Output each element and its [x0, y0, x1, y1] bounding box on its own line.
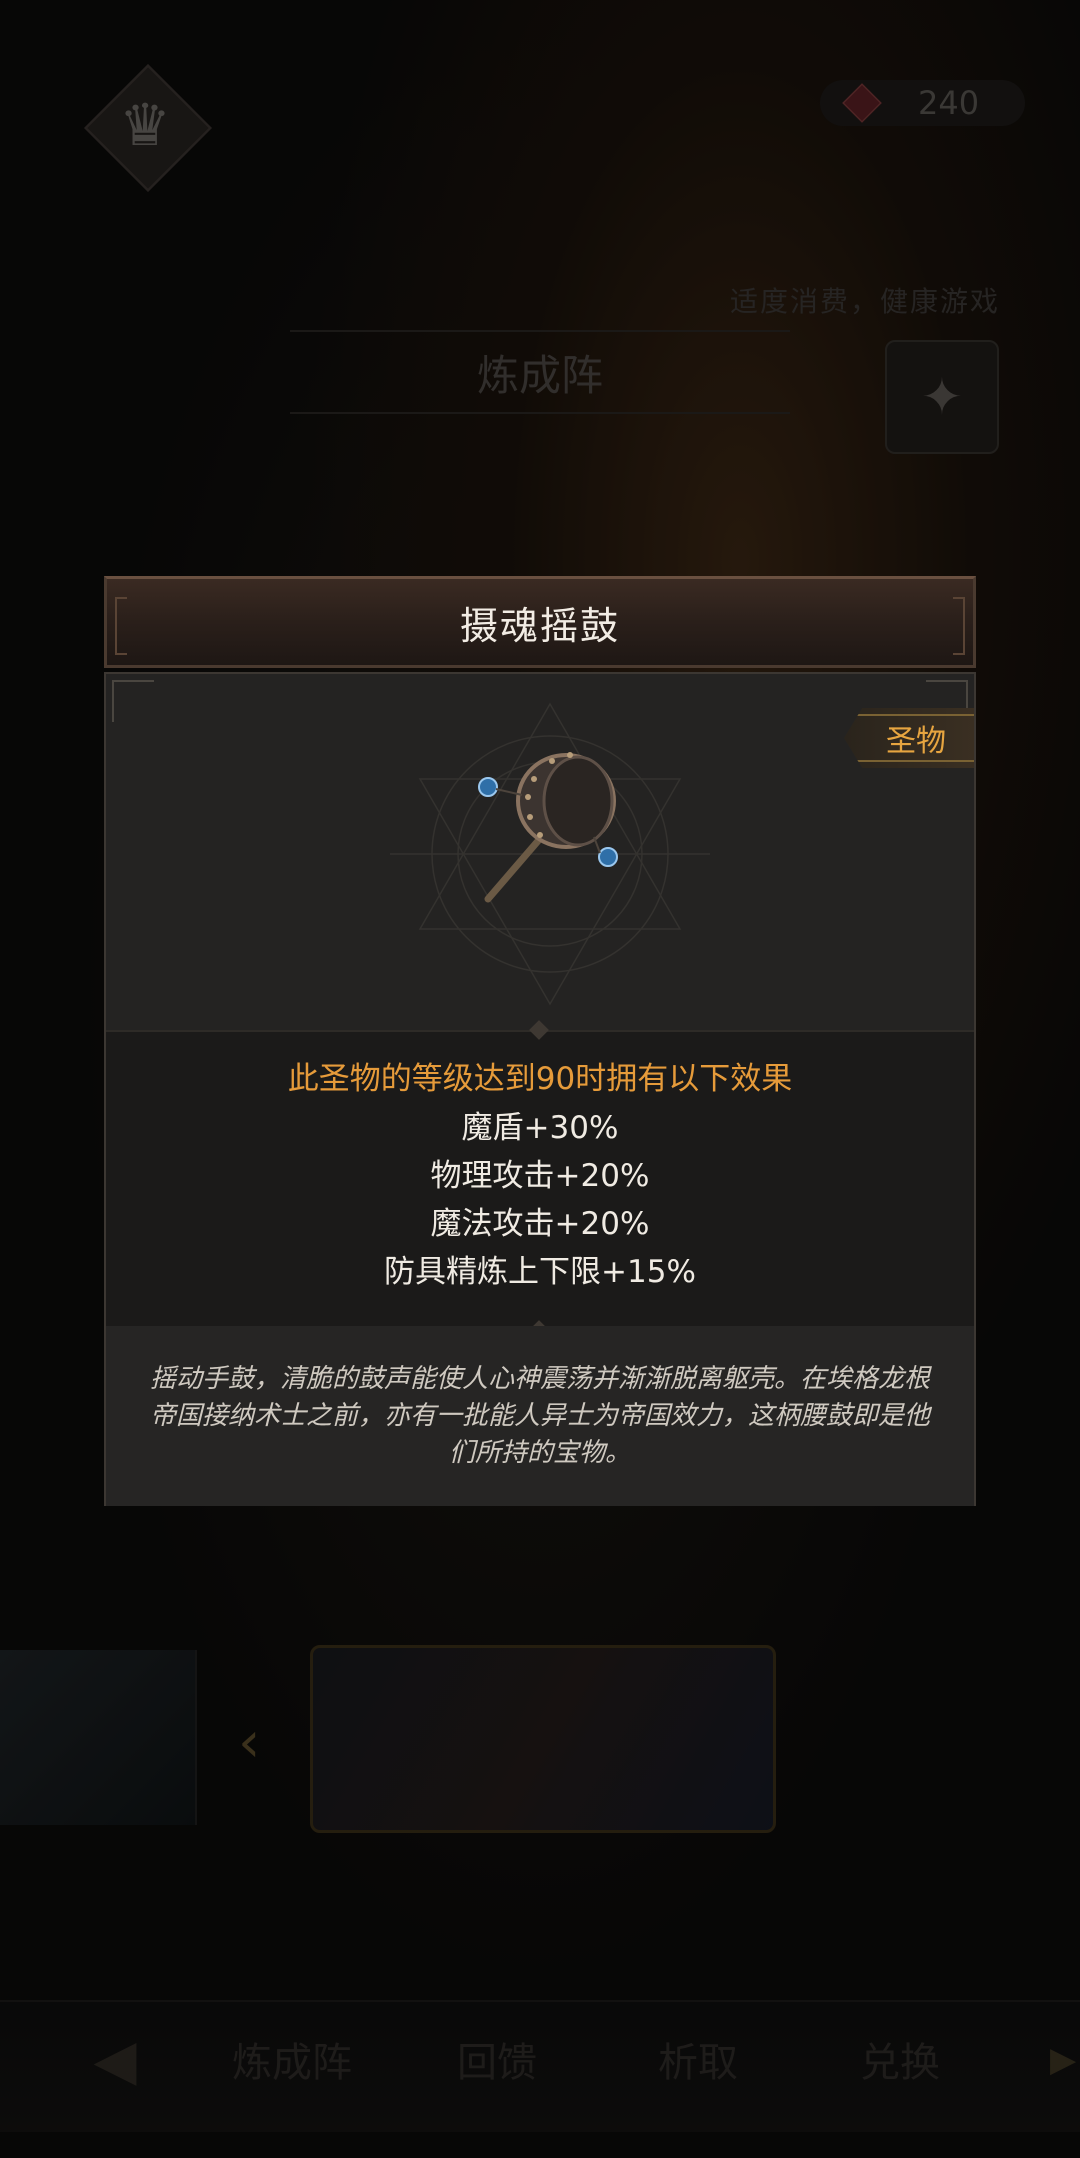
- item-title: 摄魂摇鼓: [459, 603, 620, 648]
- effect-line: 魔盾+30%: [461, 1110, 619, 1146]
- item-display: 圣物: [106, 674, 974, 1024]
- modal-body: 圣物 此圣物的等级达到90时拥有以下效果 魔盾+30% 物理攻击+20% 魔法攻…: [104, 672, 976, 1506]
- effect-line: 物理攻击+20%: [430, 1158, 650, 1194]
- effects-heading: 此圣物的等级达到90时拥有以下效果: [287, 1061, 793, 1097]
- item-detail-modal: 摄魂摇鼓 圣物 此圣物的等级达到90时拥有以下效果 魔盾+30% 物理攻击+20…: [104, 576, 976, 1506]
- hand-drum-icon: [478, 752, 618, 903]
- rarity-label: 圣物: [886, 724, 946, 759]
- description-panel: 摇动手鼓，清脆的鼓声能使人心神震荡并渐渐脱离躯壳。在埃格龙根帝国接纳术士之前，亦…: [106, 1326, 974, 1506]
- effect-line: 防具精炼上下限+15%: [384, 1254, 696, 1290]
- rarity-tag: 圣物: [844, 708, 974, 768]
- modal-header: 摄魂摇鼓: [104, 576, 976, 668]
- effects-panel: 此圣物的等级达到90时拥有以下效果 魔盾+30% 物理攻击+20% 魔法攻击+2…: [106, 1020, 974, 1340]
- effect-line: 魔法攻击+20%: [430, 1206, 650, 1242]
- game-screen: ♛ 240 适度消费，健康游戏 炼成阵 ✦ ‹ ◀ 炼成阵 回馈 析取 兑换 ▶…: [0, 0, 1080, 2158]
- item-description: 摇动手鼓，清脆的鼓声能使人心神震荡并渐渐脱离躯壳。在埃格龙根帝国接纳术士之前，亦…: [150, 1363, 931, 1468]
